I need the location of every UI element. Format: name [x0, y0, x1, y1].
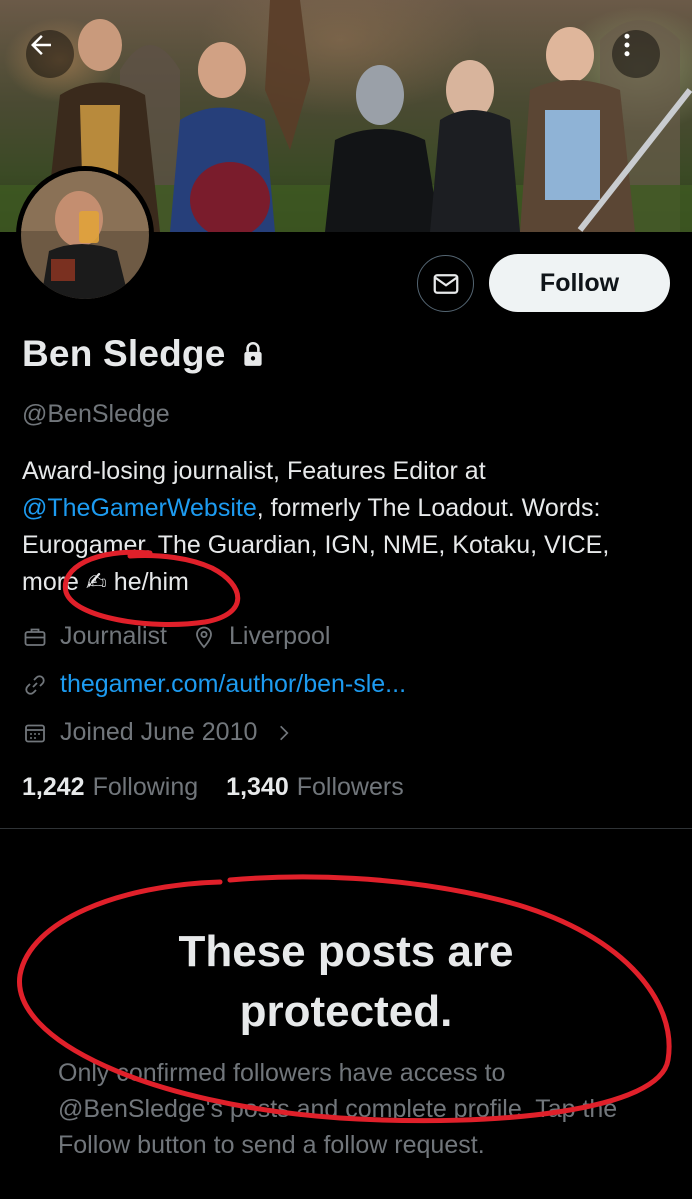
chevron-right-icon	[271, 720, 297, 746]
follow-stats: 1,242 Following 1,340 Followers	[22, 773, 432, 802]
more-vertical-icon	[624, 33, 630, 57]
back-button[interactable]	[26, 30, 74, 78]
followers-count: 1,340	[226, 773, 289, 801]
website-row: thegamer.com/author/ben-sle...	[22, 670, 406, 699]
joined-date: Joined June 2010	[60, 718, 258, 746]
joined-row[interactable]: Joined June 2010	[22, 718, 309, 747]
briefcase-icon	[22, 624, 48, 650]
more-options-button[interactable]	[612, 30, 660, 78]
following-stat[interactable]: 1,242 Following	[22, 773, 198, 802]
message-button[interactable]	[417, 255, 474, 312]
avatar[interactable]	[16, 166, 154, 304]
lock-icon	[243, 342, 262, 366]
bio-text-start: Award-losing journalist, Features Editor…	[22, 457, 486, 485]
followers-stat[interactable]: 1,340 Followers	[226, 773, 404, 802]
divider	[0, 828, 692, 829]
following-label: Following	[92, 773, 199, 801]
profession-label: Journalist	[60, 622, 167, 650]
name-row: Ben Sledge	[22, 333, 266, 375]
calendar-icon	[22, 720, 48, 746]
protected-title-line1: These posts are	[178, 927, 514, 976]
mail-icon	[433, 273, 458, 294]
followers-label: Followers	[296, 773, 404, 801]
user-handle: @BenSledge	[22, 400, 170, 428]
bio-mention-link[interactable]: @TheGamerWebsite	[22, 494, 257, 522]
protected-description: Only confirmed followers have access to …	[58, 1059, 618, 1159]
protected-title-line2: protected.	[239, 987, 453, 1036]
profile-meta-row: Journalist Liverpool	[22, 622, 330, 651]
avatar-photo	[21, 171, 149, 299]
back-arrow-icon	[31, 35, 51, 55]
website-link[interactable]: thegamer.com/author/ben-sle...	[60, 670, 406, 699]
location-label: Liverpool	[229, 622, 331, 650]
follow-button[interactable]: Follow	[489, 254, 670, 312]
link-icon	[22, 672, 48, 698]
profile-page: Follow Ben Sledge @BenSledge Award-losin…	[0, 0, 692, 1199]
location-pin-icon	[191, 624, 217, 650]
following-count: 1,242	[22, 773, 85, 801]
protected-title: These posts are protected.	[0, 922, 692, 1042]
display-name: Ben Sledge	[22, 333, 226, 374]
bio: Award-losing journalist, Features Editor…	[22, 453, 672, 601]
